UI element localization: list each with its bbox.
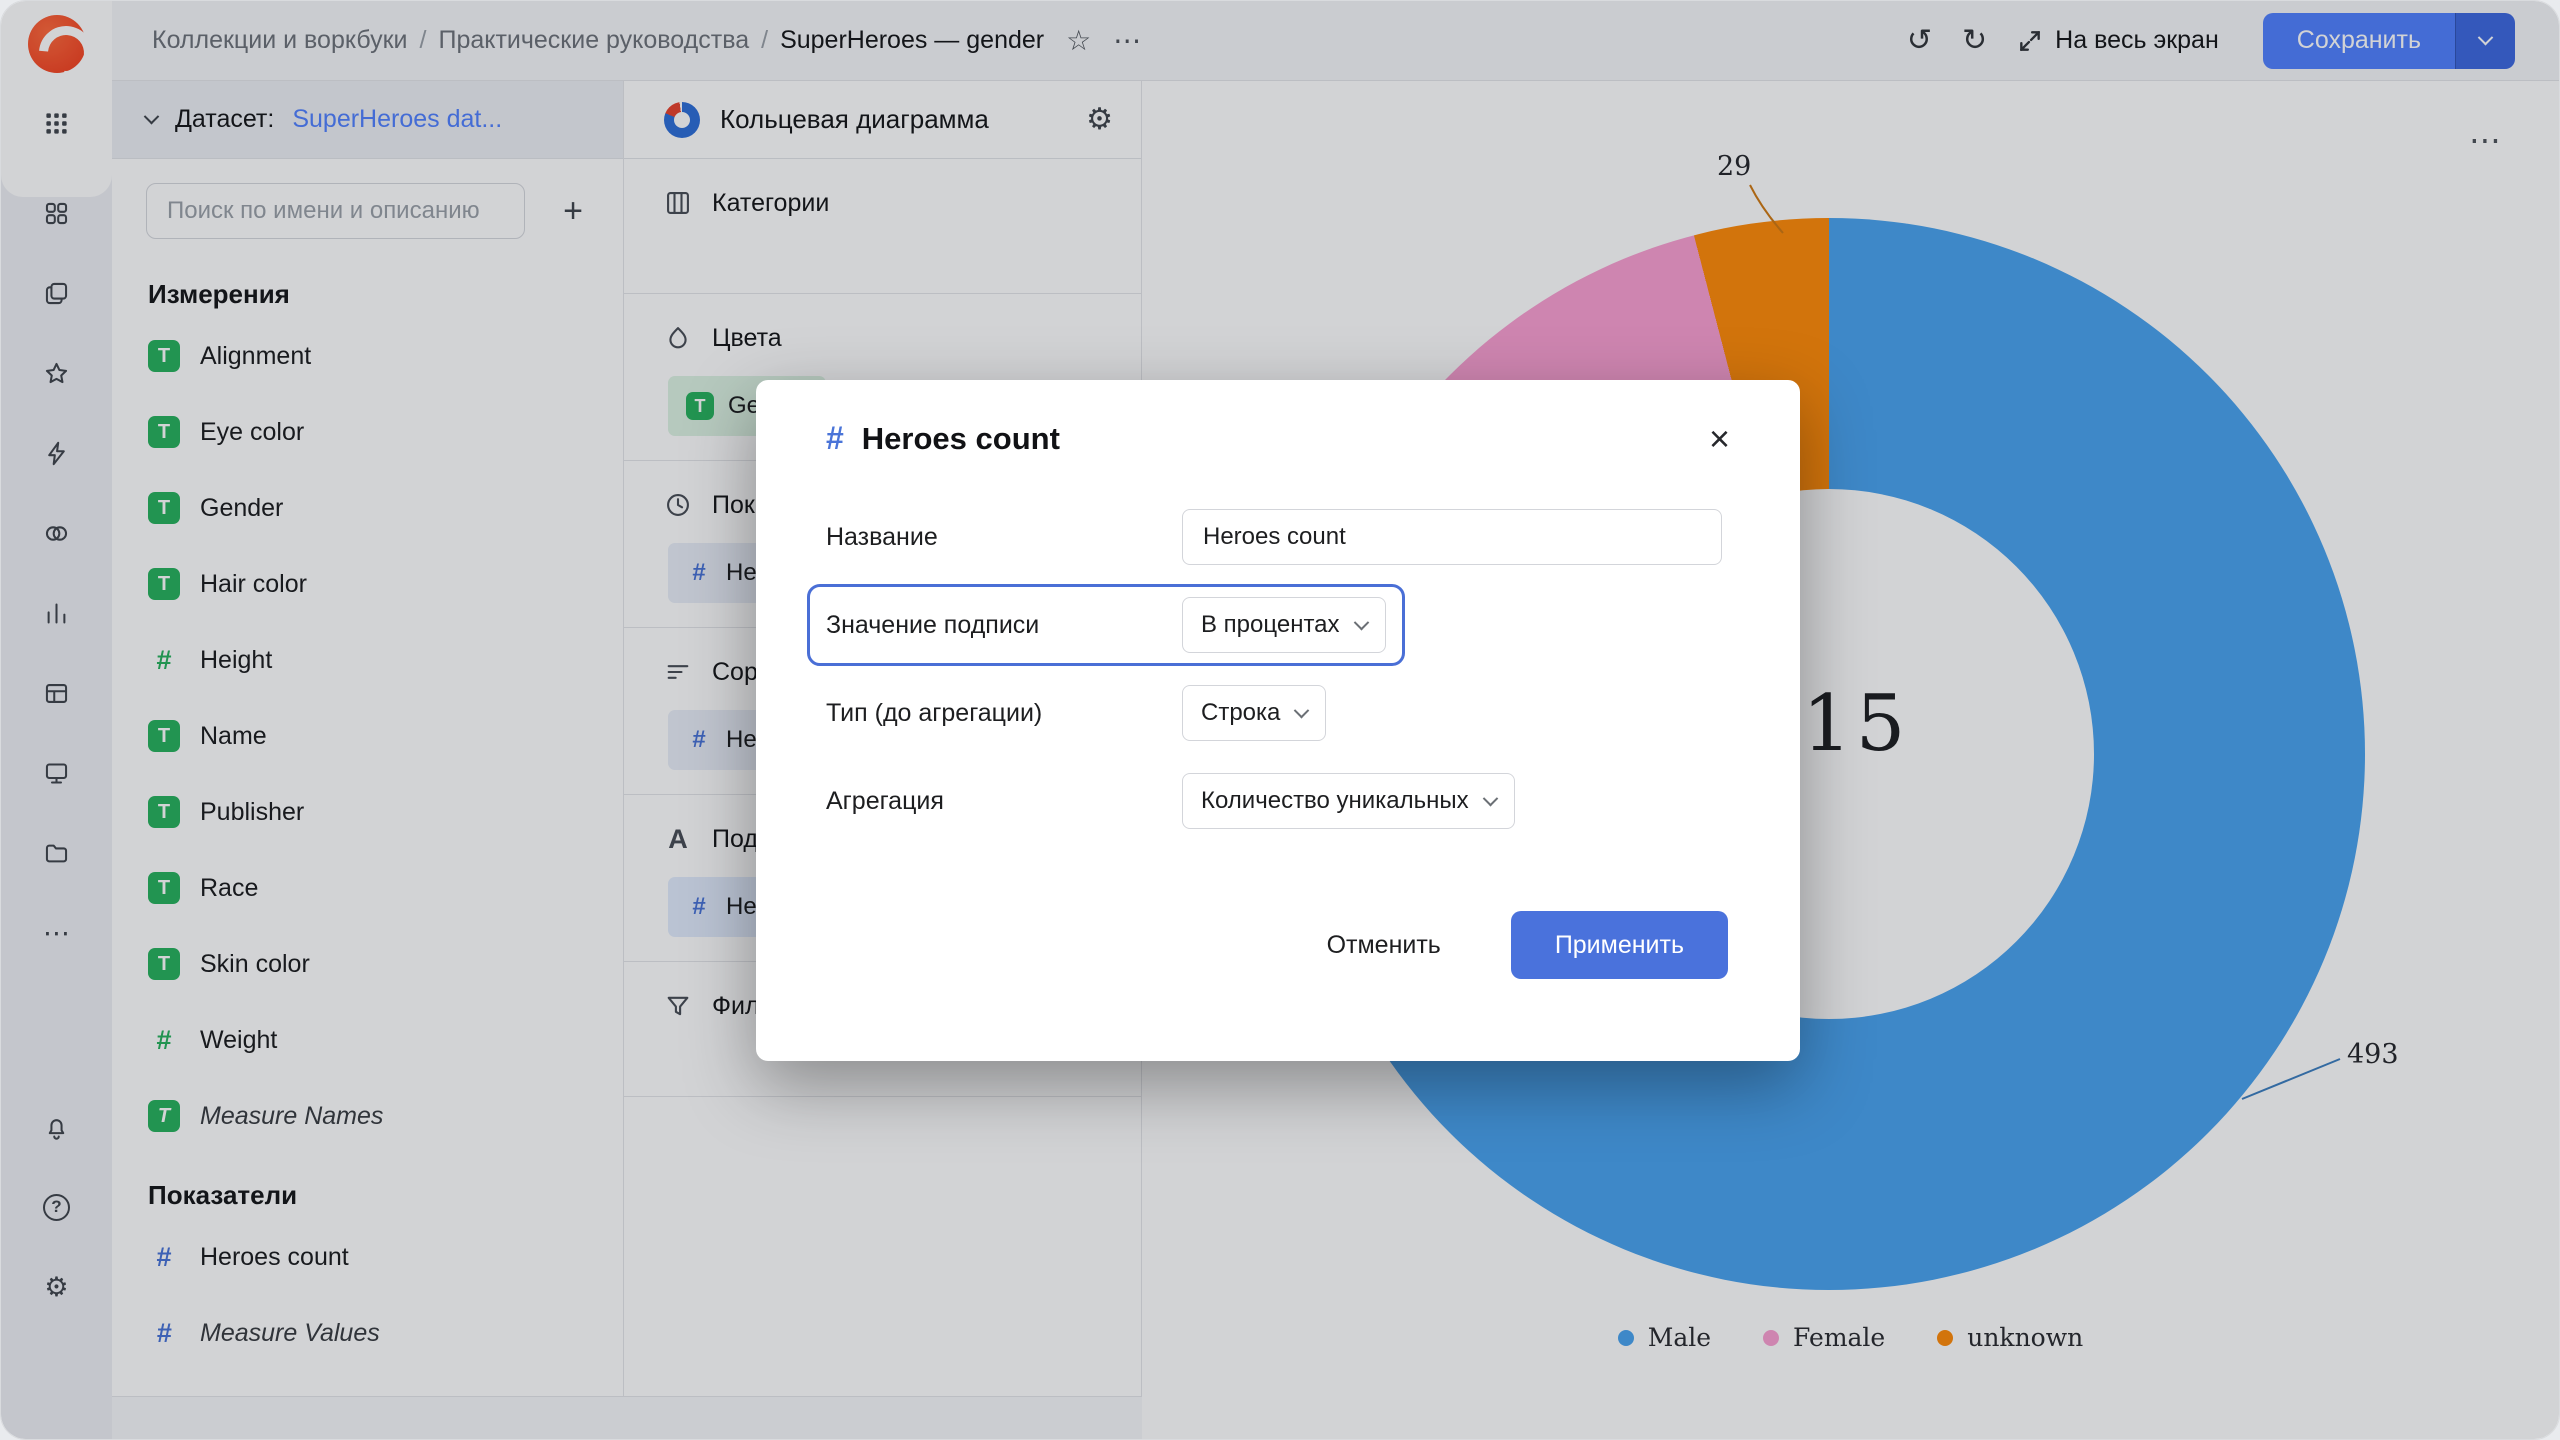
field-name-row: Название	[826, 509, 1730, 565]
type-select[interactable]: Строка	[1182, 685, 1326, 741]
chevron-down-icon	[1353, 614, 1369, 630]
cancel-button[interactable]: Отменить	[1313, 931, 1455, 960]
select-value: В процентах	[1201, 611, 1340, 639]
aggregation-label: Агрегация	[826, 787, 1182, 816]
modal-title: Heroes count	[862, 421, 1060, 457]
field-settings-modal: # Heroes count × Название Значение подпи…	[756, 380, 1800, 1061]
modal-header: # Heroes count ×	[826, 420, 1730, 457]
modal-actions: Отменить Применить	[826, 911, 1730, 979]
chevron-down-icon	[1482, 790, 1498, 806]
label-value-label: Значение подписи	[826, 611, 1182, 640]
chevron-down-icon	[1294, 702, 1310, 718]
modal-body: Название Значение подписи В процентах Ти…	[826, 509, 1730, 979]
aggregation-row: Агрегация Количество уникальных	[826, 773, 1730, 829]
aggregation-select[interactable]: Количество уникальных	[1182, 773, 1515, 829]
select-value: Строка	[1201, 699, 1280, 727]
field-name-label: Название	[826, 523, 1182, 552]
app-window: ⋯ ? ⚙ Коллекции и воркбуки / Практически…	[0, 0, 2560, 1440]
close-icon[interactable]: ×	[1709, 421, 1730, 457]
highlighted-setting: Значение подписи В процентах	[807, 584, 1405, 666]
label-value-select[interactable]: В процентах	[1182, 597, 1386, 653]
select-value: Количество уникальных	[1201, 787, 1469, 815]
type-label: Тип (до агрегации)	[826, 699, 1182, 728]
field-name-input[interactable]	[1182, 509, 1722, 565]
measure-type-icon: #	[826, 420, 844, 457]
apply-button[interactable]: Применить	[1511, 911, 1728, 979]
type-row: Тип (до агрегации) Строка	[826, 685, 1730, 741]
label-value-row: Значение подписи В процентах	[826, 597, 1386, 653]
